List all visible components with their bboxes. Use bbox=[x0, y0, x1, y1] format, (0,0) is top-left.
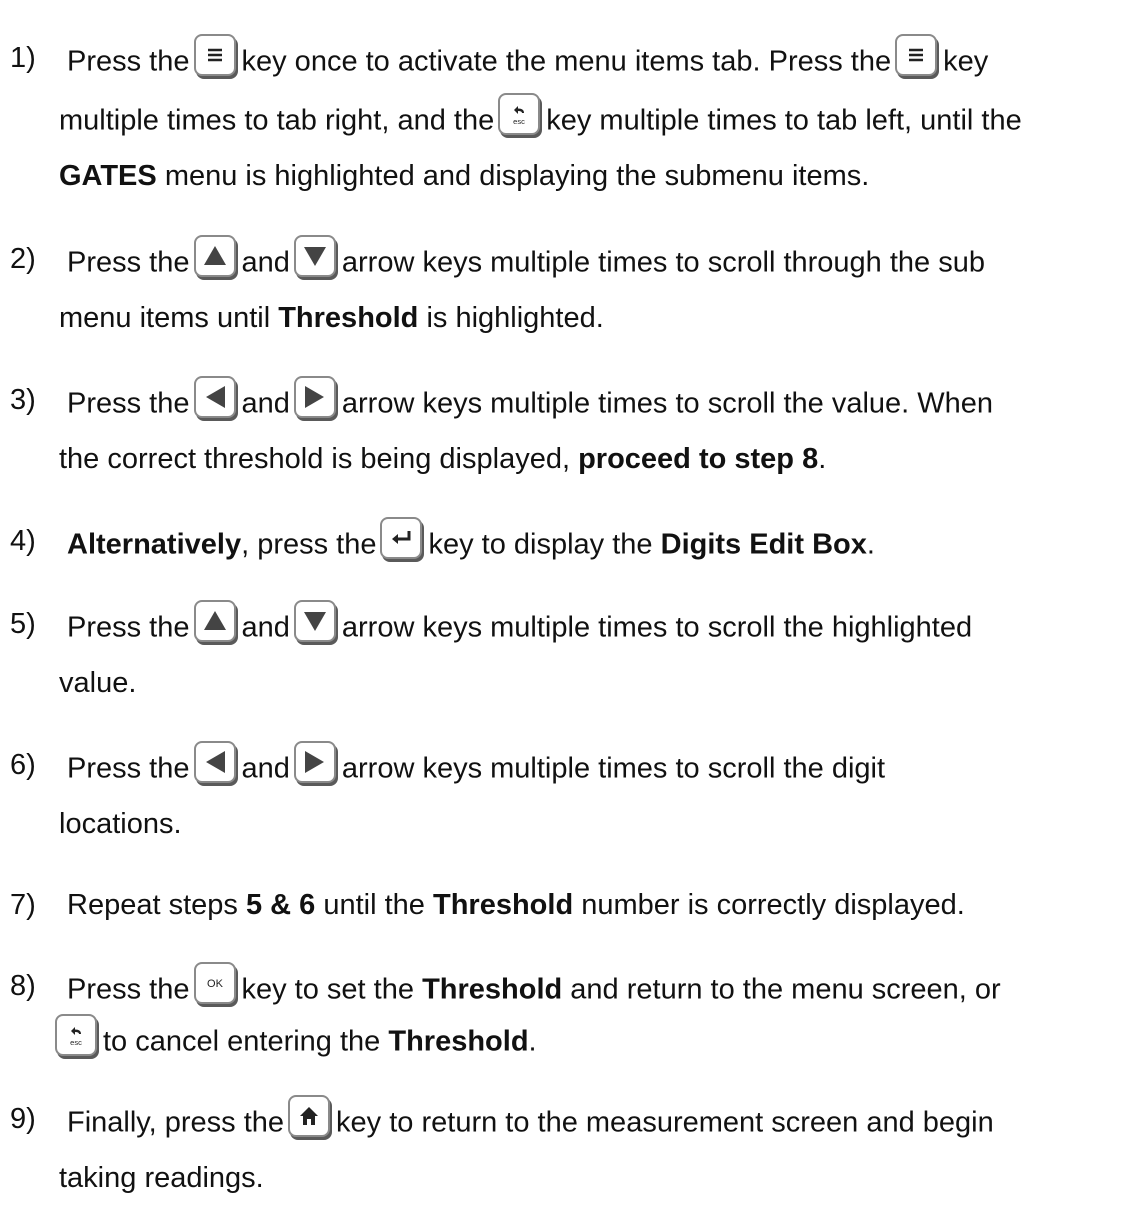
esc-key-label: esc bbox=[70, 1038, 82, 1047]
step-text: arrow keys multiple times to scroll the … bbox=[341, 387, 994, 420]
step-number: 5) bbox=[10, 608, 36, 640]
step-text: locations. bbox=[59, 808, 182, 840]
step-text: arrow keys multiple times to scroll the … bbox=[341, 752, 886, 785]
step-text: menu is highlighted and displaying the s… bbox=[164, 160, 870, 192]
step-text-bold: Threshold bbox=[388, 1025, 529, 1058]
step-text: Press the bbox=[67, 246, 190, 279]
step-text: Press the bbox=[67, 45, 190, 78]
ok-key-label: OK bbox=[207, 978, 224, 990]
step-number: 3) bbox=[10, 384, 36, 416]
step-text-bold: Threshold bbox=[422, 973, 563, 1006]
step-text: Repeat steps bbox=[67, 889, 238, 921]
left-arrow-key-icon bbox=[193, 376, 236, 418]
step-text: Press the bbox=[67, 387, 190, 420]
step-text: to cancel entering the bbox=[103, 1025, 381, 1058]
step-line: GATES menu is highlighted and displaying… bbox=[59, 160, 869, 193]
enter-key-icon bbox=[380, 517, 423, 559]
step-text: Finally, press the bbox=[67, 1106, 285, 1139]
esc-key-label: esc bbox=[513, 117, 525, 126]
step-number: 9) bbox=[10, 1103, 36, 1135]
step-text: and bbox=[241, 387, 290, 420]
step-text-bold: Threshold bbox=[278, 302, 419, 334]
step-text: key bbox=[943, 45, 989, 78]
menu-key-icon bbox=[193, 34, 236, 76]
step-text-bold: 5 & 6 bbox=[245, 889, 316, 921]
step-text: . bbox=[818, 443, 827, 475]
step-line: the correct threshold is being displayed… bbox=[59, 443, 826, 476]
step-line: Repeat steps 5 & 6 until the Threshold n… bbox=[67, 889, 965, 922]
step-text: Press the bbox=[67, 752, 190, 785]
up-arrow-key-icon bbox=[193, 235, 236, 277]
step-line: esc to cancel entering the Threshold. bbox=[55, 1014, 537, 1064]
step-text: value. bbox=[59, 667, 137, 699]
step-text-bold: Threshold bbox=[432, 889, 574, 921]
step-text: multiple times to tab right, and the bbox=[59, 104, 495, 137]
down-arrow-key-icon bbox=[293, 235, 336, 277]
step-text: menu items until bbox=[59, 302, 271, 334]
step-text: until the bbox=[323, 889, 425, 921]
step-text: the correct threshold is being displayed… bbox=[59, 443, 571, 475]
menu-key-icon bbox=[895, 34, 938, 76]
step-text: and bbox=[241, 246, 290, 279]
step-text-bold: proceed to step 8 bbox=[578, 443, 819, 475]
step-line: multiple times to tab right, and the esc k… bbox=[59, 93, 1022, 143]
step-text-bold: GATES bbox=[59, 160, 157, 192]
step-text: and bbox=[241, 611, 290, 644]
step-number: 2) bbox=[10, 243, 36, 275]
right-arrow-key-icon bbox=[293, 741, 336, 783]
step-number: 4) bbox=[10, 525, 36, 557]
step-text: key to return to the measurement screen … bbox=[336, 1106, 994, 1139]
left-arrow-key-icon bbox=[193, 741, 236, 783]
step-text: Press the bbox=[67, 611, 190, 644]
step-line: locations. bbox=[59, 808, 182, 841]
step-text: key to set the bbox=[241, 973, 415, 1006]
step-text: Press the bbox=[67, 973, 190, 1006]
step-text: . bbox=[866, 528, 875, 561]
step-text: arrow keys multiple times to scroll the … bbox=[341, 611, 973, 644]
step-line: Press the and arrow keys multiple times to… bbox=[67, 741, 886, 791]
right-arrow-key-icon bbox=[293, 376, 336, 418]
step-line: taking readings. bbox=[59, 1162, 264, 1195]
step-text: key multiple times to tab left, until th… bbox=[546, 104, 1022, 137]
step-line: Alternatively, press the key to display t… bbox=[67, 517, 875, 567]
step-text: is highlighted. bbox=[426, 302, 604, 334]
step-text: key once to activate the menu items tab.… bbox=[241, 45, 892, 78]
step-text: , press the bbox=[241, 528, 377, 561]
step-line: Press the and arrow keys multiple times to… bbox=[67, 376, 994, 426]
step-line: Finally, press the key to return to the m… bbox=[67, 1095, 994, 1145]
step-number: 1) bbox=[10, 42, 36, 74]
step-number: 6) bbox=[10, 749, 36, 781]
step-number: 8) bbox=[10, 970, 36, 1002]
step-line: menu items until Threshold is highlighte… bbox=[59, 302, 604, 335]
esc-key-icon: esc bbox=[498, 93, 541, 135]
ok-key-icon: OK bbox=[193, 962, 236, 1004]
step-number: 7) bbox=[10, 889, 36, 921]
up-arrow-key-icon bbox=[193, 600, 236, 642]
step-line: Press the and arrow keys multiple times to… bbox=[67, 235, 985, 285]
home-key-icon bbox=[288, 1095, 331, 1137]
step-text-bold: Alternatively bbox=[67, 528, 242, 561]
step-line: Press the and arrow keys multiple times to… bbox=[67, 600, 973, 650]
step-line: value. bbox=[59, 667, 136, 700]
down-arrow-key-icon bbox=[293, 600, 336, 642]
step-text: . bbox=[528, 1025, 537, 1058]
step-line: Press the OK key to set the Threshold and … bbox=[67, 962, 1001, 1012]
step-text: arrow keys multiple times to scroll thro… bbox=[341, 246, 985, 279]
step-text: and return to the menu screen, or bbox=[570, 973, 1001, 1006]
step-text: taking readings. bbox=[59, 1162, 264, 1194]
step-text-bold: Digits Edit Box bbox=[660, 528, 867, 561]
step-text: and bbox=[241, 752, 290, 785]
esc-key-icon: esc bbox=[55, 1014, 97, 1056]
step-line: Press the key once to activate the menu i… bbox=[67, 34, 989, 84]
step-text: key to display the bbox=[428, 528, 653, 561]
step-text: number is correctly displayed. bbox=[581, 889, 965, 921]
